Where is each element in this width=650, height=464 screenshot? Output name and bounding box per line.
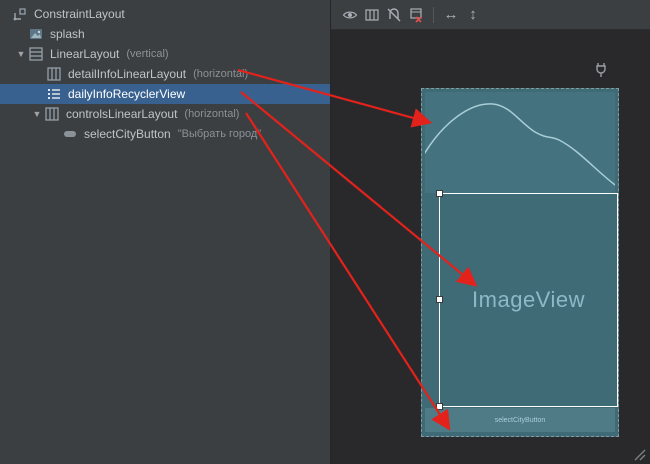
preview-splash-image[interactable] — [425, 92, 615, 193]
columns-icon[interactable] — [361, 4, 383, 26]
tree-item-constraint-layout[interactable]: ConstraintLayout — [0, 4, 330, 24]
horizontal-arrow-glyph: ↔ — [444, 7, 459, 22]
selection-handle-mid-left[interactable] — [436, 296, 443, 303]
android-studio-layout-editor: { "tree": { "items": [ { "label": "Const… — [0, 0, 650, 464]
tree-item-suffix: "Выбрать город" — [178, 128, 261, 140]
vertical-arrow-glyph: ↕ — [469, 7, 477, 22]
linear-layout-horizontal-icon — [46, 66, 62, 82]
horizontal-arrow-icon[interactable]: ↔ — [440, 4, 462, 26]
selection-handle-top-left[interactable] — [436, 190, 443, 197]
resize-grip-icon[interactable] — [633, 448, 647, 462]
tree-item-label: LinearLayout — [50, 47, 119, 61]
visibility-eye-icon[interactable] — [339, 4, 361, 26]
tree-item-daily-info-recycler-view[interactable]: dailyInfoRecyclerView — [0, 84, 330, 104]
tree-item-controls-linear-layout[interactable]: ▼ controlsLinearLayout (horizontal) — [0, 104, 330, 124]
linear-layout-horizontal-icon — [44, 106, 60, 122]
constraint-layout-icon — [12, 6, 28, 22]
vertical-arrow-icon[interactable]: ↕ — [462, 4, 484, 26]
tree-item-label: selectCityButton — [84, 127, 171, 141]
select-city-button-label: selectCityButton — [495, 417, 546, 424]
design-surface-panel: ↔ ↕ ImageView selectCityButton — [330, 0, 650, 464]
tree-item-select-city-button[interactable]: selectCityButton "Выбрать город" — [0, 124, 330, 144]
design-toolbar: ↔ ↕ — [331, 0, 650, 30]
button-icon — [62, 126, 78, 142]
autoconnect-off-icon[interactable] — [383, 4, 405, 26]
tree-item-linear-layout[interactable]: ▼ LinearLayout (vertical) — [0, 44, 330, 64]
chevron-down-icon[interactable]: ▼ — [14, 44, 28, 64]
layout-preview[interactable]: ImageView selectCityButton — [421, 88, 619, 437]
tree-item-label: splash — [50, 27, 85, 41]
tree-item-suffix: (vertical) — [126, 48, 168, 60]
component-tree-panel: ConstraintLayout splash ▼ LinearLayout (… — [0, 0, 330, 464]
tree-item-label: ConstraintLayout — [34, 7, 125, 21]
selection-handle-bottom-left[interactable] — [436, 403, 443, 410]
imageview-label: ImageView — [472, 287, 585, 313]
chevron-down-icon[interactable]: ▼ — [30, 104, 44, 124]
tree-item-detail-info-linear-layout[interactable]: detailInfoLinearLayout (horizontal) — [0, 64, 330, 84]
wave-curve — [425, 104, 615, 188]
tree-item-label: detailInfoLinearLayout — [68, 67, 186, 81]
toolbar-separator — [433, 7, 434, 23]
tree-item-suffix: (horizontal) — [184, 108, 239, 120]
tree-item-label: dailyInfoRecyclerView — [68, 87, 185, 101]
recycler-view-icon — [46, 86, 62, 102]
design-canvas[interactable]: ImageView selectCityButton — [331, 30, 650, 464]
preview-select-city-button[interactable]: selectCityButton — [425, 408, 615, 432]
wrench-icon — [595, 62, 607, 78]
tree-item-suffix: (horizontal) — [193, 68, 248, 80]
preview-imageview-region[interactable]: ImageView — [439, 193, 618, 407]
linear-layout-vertical-icon — [28, 46, 44, 62]
image-icon — [28, 26, 44, 42]
tree-item-label: controlsLinearLayout — [66, 107, 177, 121]
tree-item-splash[interactable]: splash — [0, 24, 330, 44]
clear-constraints-icon[interactable] — [405, 4, 427, 26]
